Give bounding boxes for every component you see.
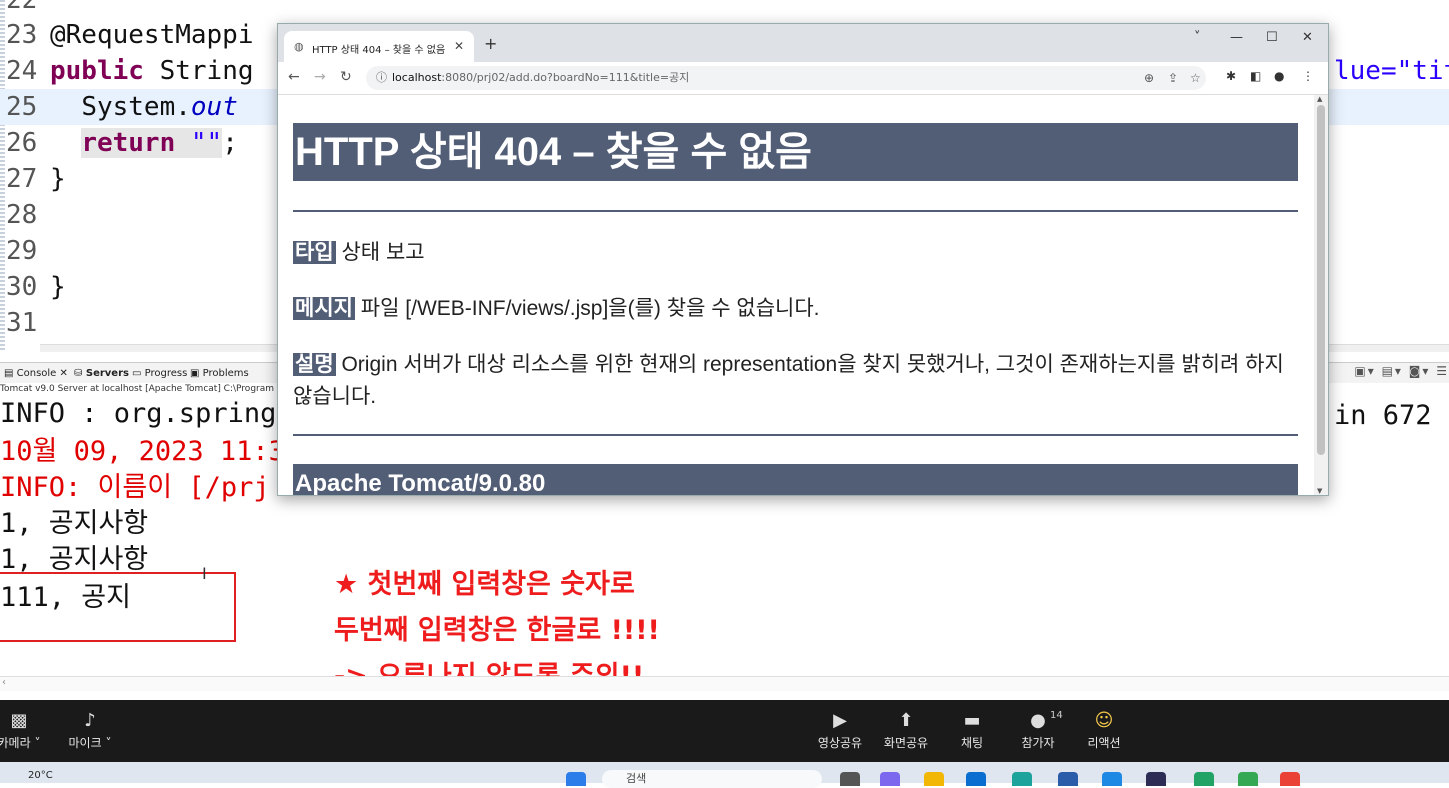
divider <box>293 434 1298 436</box>
page-vertical-scrollbar[interactable]: ▲ ▼ <box>1314 95 1328 495</box>
app-icon[interactable] <box>1238 772 1258 786</box>
error-description: 설명 Origin 서버가 대상 리소스를 위한 현재의 representat… <box>293 353 1284 408</box>
code-line: 24 public String <box>6 56 254 86</box>
new-tab-button[interactable]: + <box>484 34 497 53</box>
profile-icon[interactable]: ● <box>1274 69 1284 83</box>
console-line: 1, 공지사항 <box>0 508 149 539</box>
share-screen-button[interactable]: ⬆ 화면공유 <box>880 708 932 751</box>
taskbar-search[interactable]: 검색 <box>602 770 822 788</box>
mic-off-icon: ♪ <box>84 710 96 731</box>
divider <box>293 210 1298 212</box>
edge-icon[interactable] <box>1012 772 1032 786</box>
app-icon[interactable] <box>1194 772 1214 786</box>
smile-icon: ☺ <box>1094 710 1114 731</box>
share-video-button[interactable]: ▶ 영상공유 <box>814 708 866 751</box>
url-text: localhost:8080/prj02/add.do?boardNo=111&… <box>392 71 690 84</box>
bookmark-star-icon[interactable]: ☆ <box>1190 66 1201 90</box>
browser-tab-strip: ◍ HTTP 상태 404 – 찾을 수 없음 ✕ + ˅ — ☐ ✕ <box>278 24 1328 62</box>
eclipse-icon[interactable] <box>1146 772 1166 786</box>
minimize-button[interactable]: — <box>1230 30 1243 45</box>
page-content: HTTP 상태 404 – 찾을 수 없음 타입 상태 보고 메시지 파일 [/… <box>278 95 1314 495</box>
console-line: INFO : org.springf <box>0 398 293 429</box>
code-line: 23 @RequestMappi <box>6 20 254 50</box>
console-line: INFO: 이름이 [/prj <box>0 472 270 503</box>
page-title: HTTP 상태 404 – 찾을 수 없음 <box>293 123 1298 181</box>
reaction-button[interactable]: ☺ 리액션 <box>1080 708 1128 751</box>
console-horizontal-scrollbar[interactable]: ‹ <box>0 676 1449 691</box>
camera-button[interactable]: ▩ 카메라 ˅ <box>0 708 44 751</box>
reload-icon[interactable]: ↻ <box>340 69 352 85</box>
share-icon[interactable]: ⇪ <box>1168 66 1178 90</box>
highlight-box <box>0 572 236 642</box>
menu-icon[interactable]: ⋮ <box>1302 69 1314 83</box>
participants-button[interactable]: ● 14 참가자 <box>1014 708 1062 751</box>
tab-problems[interactable]: ▣ Problems <box>190 367 249 381</box>
address-bar[interactable]: ⓘ localhost:8080/prj02/add.do?boardNo=11… <box>366 66 1206 90</box>
close-window-button[interactable]: ✕ <box>1302 30 1313 45</box>
tab-console[interactable]: ▤ Console ✕ <box>4 367 68 381</box>
error-type: 타입 상태 보고 <box>293 241 425 264</box>
code-fragment: lue="tit <box>1334 56 1449 86</box>
chat-icon: ▬ <box>963 710 981 731</box>
maximize-button[interactable]: ☐ <box>1266 30 1278 45</box>
vscode-icon[interactable] <box>1102 772 1122 786</box>
scroll-down-icon[interactable]: ▼ <box>1317 487 1322 495</box>
scroll-left-icon[interactable]: ‹ <box>2 677 6 688</box>
folder-icon[interactable] <box>924 772 944 786</box>
weather-temperature[interactable]: 20°C <box>28 770 53 781</box>
windows-taskbar: 20°C 검색 <box>0 762 1449 788</box>
text-cursor-icon: I <box>202 564 207 583</box>
chat-button[interactable]: ▬ 채팅 <box>950 708 994 751</box>
code-line: 27} <box>6 164 66 194</box>
code-line: 30} <box>6 272 66 302</box>
extensions-icon[interactable]: ✱ <box>1226 69 1236 83</box>
console-line-tail: in 672 m <box>1334 400 1449 431</box>
console-toolbar-icons[interactable]: ▣▾ ▤▾ ◙▾ ☰ <box>1354 364 1449 378</box>
console-subtitle: Tomcat v9.0 Server at localhost [Apache … <box>0 384 287 394</box>
code-line: 29 <box>6 236 38 266</box>
mic-button[interactable]: ♪ 마이크 ˅ <box>62 708 118 751</box>
browser-tab-title: HTTP 상태 404 – 찾을 수 없음 <box>312 45 446 56</box>
address-bar-row: ← → ↻ ⓘ localhost:8080/prj02/add.do?boar… <box>278 62 1328 95</box>
chrome-icon[interactable] <box>1280 772 1300 786</box>
video-icon: ▶ <box>833 710 847 731</box>
screen-share-icon: ⬆ <box>898 710 914 731</box>
start-icon[interactable] <box>566 772 586 786</box>
code-line: 31 <box>6 308 38 338</box>
code-line: 28 <box>6 200 38 230</box>
scroll-thumb[interactable] <box>1317 105 1325 455</box>
store-icon[interactable] <box>1058 772 1078 786</box>
code-line: 26 return ""; <box>6 128 238 158</box>
zoom-icon[interactable]: ⊕ <box>1144 66 1154 90</box>
browser-tab[interactable]: ◍ HTTP 상태 404 – 찾을 수 없음 ✕ <box>284 31 474 62</box>
app-icon[interactable] <box>966 772 986 786</box>
taskview-icon[interactable] <box>840 772 860 786</box>
server-footer: Apache Tomcat/9.0.80 <box>293 464 1298 495</box>
back-icon[interactable]: ← <box>288 69 300 85</box>
tab-servers[interactable]: ⛁ Servers <box>74 367 129 381</box>
sidepanel-icon[interactable]: ◧ <box>1250 69 1261 83</box>
browser-window: ◍ HTTP 상태 404 – 찾을 수 없음 ✕ + ˅ — ☐ ✕ ← → … <box>277 23 1329 496</box>
site-info-icon[interactable]: ⓘ <box>376 66 387 90</box>
tab-search-icon[interactable]: ˅ <box>1194 30 1201 45</box>
close-tab-icon[interactable]: ✕ <box>454 39 464 53</box>
code-line: 22 <box>6 0 38 15</box>
scroll-up-icon[interactable]: ▲ <box>1317 95 1322 103</box>
tab-progress[interactable]: ▭ Progress <box>132 367 187 381</box>
camera-off-icon: ▩ <box>10 710 28 731</box>
error-message: 메시지 파일 [/WEB-INF/views/.jsp]을(를) 찾을 수 없습… <box>293 297 820 320</box>
participant-count: 14 <box>1050 710 1063 721</box>
meeting-toolbar: ▩ 카메라 ˅ ♪ 마이크 ˅ ▶ 영상공유 ⬆ 화면공유 ▬ 채팅 ● 14 … <box>0 700 1449 762</box>
forward-icon[interactable]: → <box>314 69 326 85</box>
console-line: 10월 09, 2023 11:3 <box>0 436 285 467</box>
globe-icon: ◍ <box>294 40 304 53</box>
app-icon[interactable] <box>880 772 900 786</box>
